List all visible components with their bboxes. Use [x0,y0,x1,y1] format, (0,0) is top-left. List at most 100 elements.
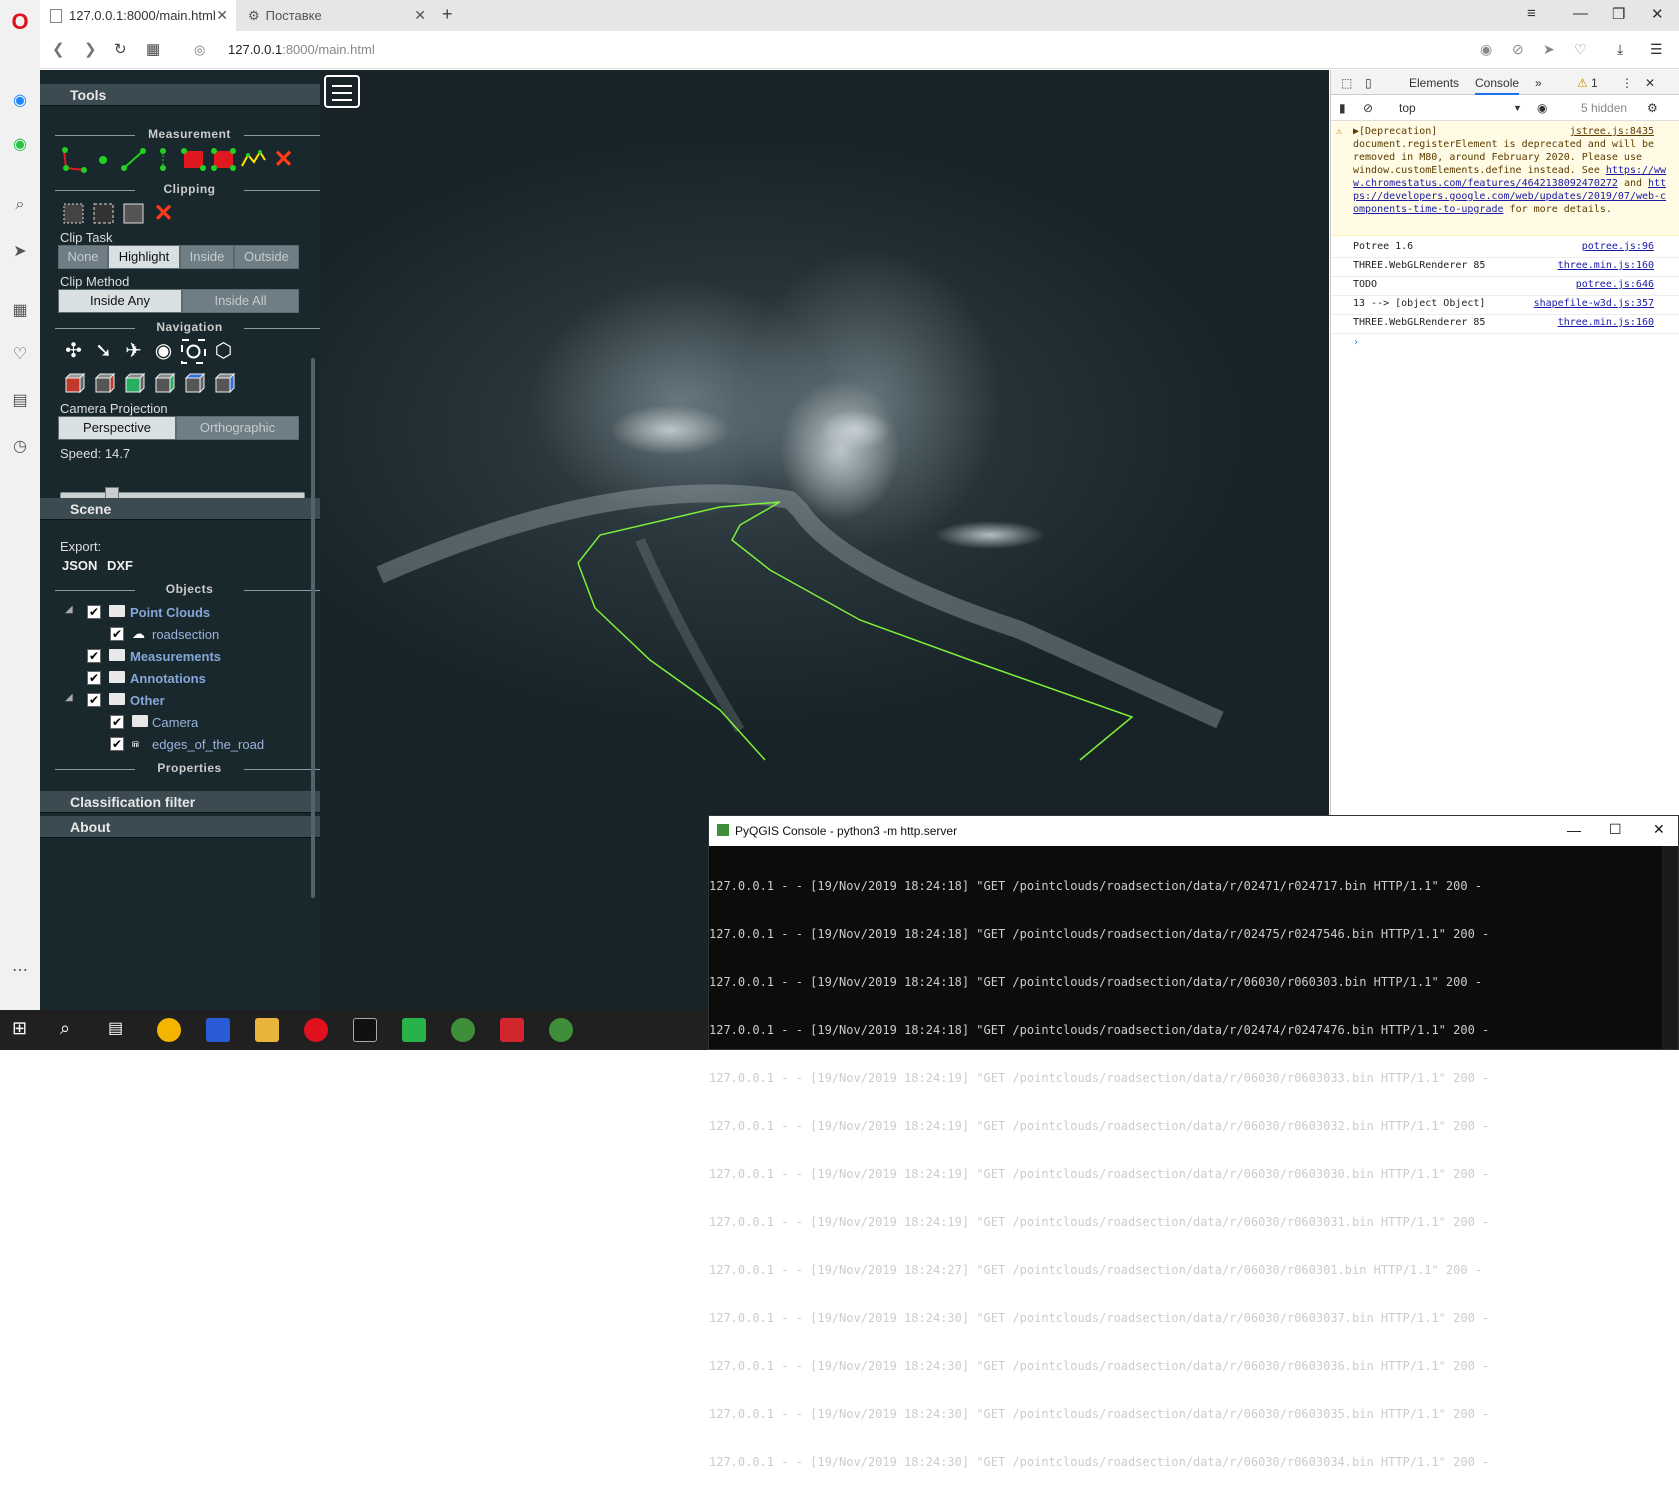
close-button[interactable]: ✕ [1653,821,1665,838]
close-tab-icon[interactable]: ✕ [414,7,426,24]
tree-item-roadsection[interactable]: ✔ ☁ roadsection [40,624,339,646]
file-explorer-icon[interactable] [255,1018,279,1042]
reload-button[interactable]: ↻ [114,40,127,58]
clip-method-inside-all[interactable]: Inside All [182,289,299,313]
back-button[interactable]: ❮ [52,40,65,58]
visibility-checkbox[interactable]: ✔ [87,605,101,619]
scene-header[interactable]: Scene [40,498,334,520]
tree-item-point-clouds[interactable]: ◢ ✔ Point Clouds [40,602,339,624]
collapse-arrow-icon[interactable]: ◢ [65,692,73,703]
task-view-icon[interactable]: ▤ [108,1018,132,1042]
source-link[interactable]: potree.js:646 [1576,278,1654,291]
more-icon[interactable]: ⋯ [10,960,30,980]
maximize-window-button[interactable]: ❐ [1612,5,1625,23]
nav-cube-icon[interactable]: ⬡ [210,338,237,365]
tree-item-other[interactable]: ◢ ✔ Other [40,690,339,712]
angle-tool-icon[interactable] [60,146,87,173]
clip-task-outside[interactable]: Outside [234,245,299,269]
search-icon[interactable]: ⌕ [10,196,30,216]
history-icon[interactable]: ◷ [10,436,30,456]
warning-icon[interactable]: ⚠ [1577,76,1588,90]
opera-icon[interactable] [304,1018,328,1042]
adblock-icon[interactable]: ⊘ [1512,41,1524,58]
console-scrollbar[interactable] [1662,846,1678,1049]
easy-setup-icon[interactable]: ☰ [1650,41,1663,58]
new-tab-button[interactable]: + [442,4,453,25]
area-tool-icon[interactable] [210,146,237,173]
remove-clip-volumes-icon[interactable]: ✕ [150,200,177,227]
speed-dial-icon[interactable]: ▦ [146,40,160,58]
tools-header[interactable]: Tools [40,84,334,106]
source-link[interactable]: potree.js:96 [1582,240,1654,253]
clip-method-inside-any[interactable]: Inside Any [58,289,182,313]
source-link[interactable]: jstree.js:8435 [1570,125,1654,138]
tab-elements[interactable]: Elements [1409,76,1459,90]
sidebar-toggle-icon[interactable]: ▮ [1339,101,1346,115]
tree-item-measurements[interactable]: ✔ Measurements [40,646,339,668]
heart-icon[interactable]: ♡ [10,344,30,364]
site-info-icon[interactable]: ◎ [194,42,205,58]
clip-task-highlight[interactable]: Highlight [108,245,180,269]
warning-count[interactable]: 1 [1591,76,1598,90]
chevron-down-icon[interactable]: ▼ [1513,103,1522,113]
view-top-icon[interactable] [180,372,207,399]
tree-item-annotations[interactable]: ✔ Annotations [40,668,339,690]
qgis-icon[interactable] [451,1018,475,1042]
messenger-icon[interactable]: ◉ [10,90,30,110]
browser-tab-main[interactable]: 127.0.0.1:8000/main.html ✕ [40,0,236,31]
tab-console[interactable]: Console [1475,76,1520,95]
heart-icon[interactable]: ♡ [1574,41,1587,58]
opera-logo-icon[interactable]: O [10,9,30,34]
visibility-checkbox[interactable]: ✔ [110,737,124,751]
helicopter-control-icon[interactable]: ✈ [120,338,147,365]
earth-control-icon[interactable]: ✣ [60,338,87,365]
classification-filter-header[interactable]: Classification filter [40,791,334,813]
view-bottom-icon[interactable] [210,372,237,399]
browser-tab-settings[interactable]: ⚙ Поставке ✕ [238,0,434,31]
view-back-icon[interactable] [150,372,177,399]
save-app-icon[interactable] [206,1018,230,1042]
visibility-checkbox[interactable]: ✔ [87,693,101,707]
context-selector[interactable]: top [1399,101,1416,115]
view-right-icon[interactable] [90,372,117,399]
terminal-icon[interactable] [353,1018,377,1042]
visibility-checkbox[interactable]: ✔ [87,671,101,685]
view-left-icon[interactable] [60,372,87,399]
tab-menu-icon[interactable]: ≡ [1527,5,1536,22]
send-icon[interactable]: ➤ [1543,41,1555,58]
close-tab-icon[interactable]: ✕ [216,7,228,24]
tree-item-edges-of-the-road[interactable]: ✔ ⩎ edges_of_the_road [40,734,339,756]
close-devtools-icon[interactable]: ✕ [1645,76,1655,90]
windows-start-icon[interactable]: ⊞ [12,1018,36,1042]
more-tabs-icon[interactable]: » [1535,76,1542,90]
clear-console-icon[interactable]: ⊘ [1363,101,1373,115]
sidebar-scrollbar[interactable] [311,358,315,898]
profile-tool-icon[interactable] [240,146,267,173]
visibility-checkbox[interactable]: ✔ [87,649,101,663]
close-window-button[interactable]: ✕ [1651,5,1664,23]
projection-orthographic[interactable]: Orthographic [176,416,299,440]
inspect-icon[interactable]: ⬚ [1341,76,1352,90]
export-json-button[interactable]: JSON [62,558,97,573]
clip-screen-box-icon[interactable] [120,200,147,227]
distance-tool-icon[interactable] [120,146,147,173]
forward-button[interactable]: ❯ [84,40,97,58]
minimize-window-button[interactable]: — [1573,5,1588,22]
orbit-control-icon[interactable]: ◉ [150,338,177,365]
whatsapp-icon[interactable]: ◉ [10,134,30,154]
clip-task-inside[interactable]: Inside [180,245,234,269]
app-icon[interactable] [500,1018,524,1042]
device-toolbar-icon[interactable]: ▯ [1365,76,1372,90]
visibility-checkbox[interactable]: ✔ [110,715,124,729]
menu-toggle-button[interactable] [324,75,360,108]
qgis-icon[interactable] [549,1018,573,1042]
source-link[interactable]: three.min.js:160 [1558,316,1654,329]
kebab-menu-icon[interactable]: ⋮ [1621,76,1633,90]
send-icon[interactable]: ➤ [10,241,30,261]
view-front-icon[interactable] [120,372,147,399]
remove-measurements-icon[interactable]: ✕ [270,146,297,173]
speed-dial-icon[interactable]: ▦ [10,300,30,320]
console-prompt[interactable]: › [1331,332,1679,353]
clip-volume-icon[interactable] [60,200,87,227]
source-link[interactable]: shapefile-w3d.js:357 [1534,297,1654,310]
